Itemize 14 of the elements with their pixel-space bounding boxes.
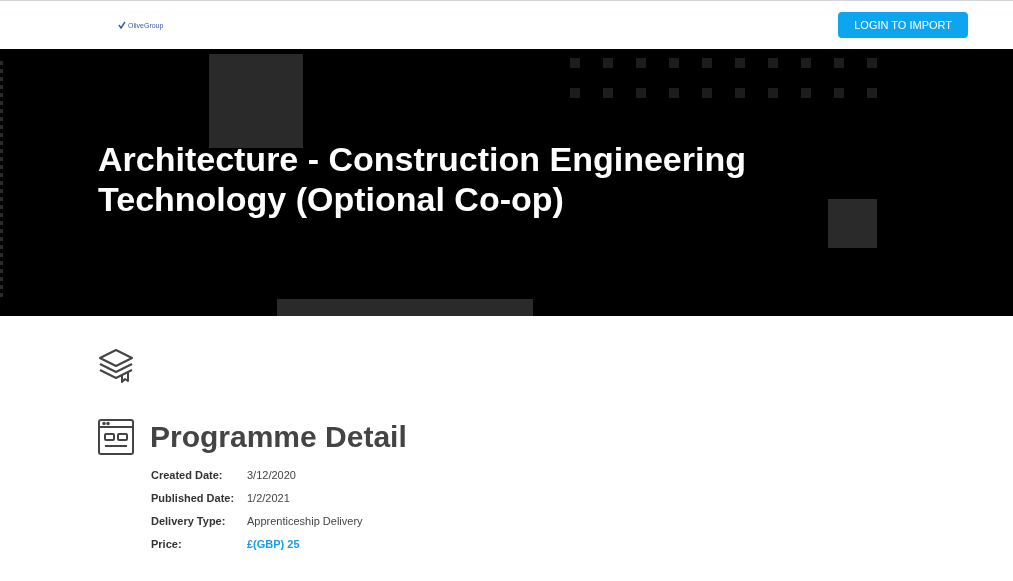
- browser-window-icon: [98, 418, 134, 455]
- logo-icon: [118, 21, 126, 29]
- hero-title: Architecture - Construction Engineering Technology (Optional Co-op): [98, 139, 747, 219]
- detail-value: 1/2/2021: [247, 491, 290, 506]
- section-heading: Programme Detail: [150, 419, 407, 455]
- detail-label: Delivery Type:: [151, 514, 227, 529]
- books-icon: [98, 348, 134, 384]
- detail-label: Created Date:: [151, 468, 224, 483]
- detail-label: Published Date:: [151, 491, 236, 506]
- detail-label: Price:: [151, 537, 183, 552]
- login-button[interactable]: LOGIN TO IMPORT: [838, 12, 968, 38]
- detail-value: Apprenticeship Delivery: [247, 514, 363, 529]
- price-value: £(GBP) 25: [247, 537, 300, 552]
- detail-value: 3/12/2020: [247, 468, 296, 483]
